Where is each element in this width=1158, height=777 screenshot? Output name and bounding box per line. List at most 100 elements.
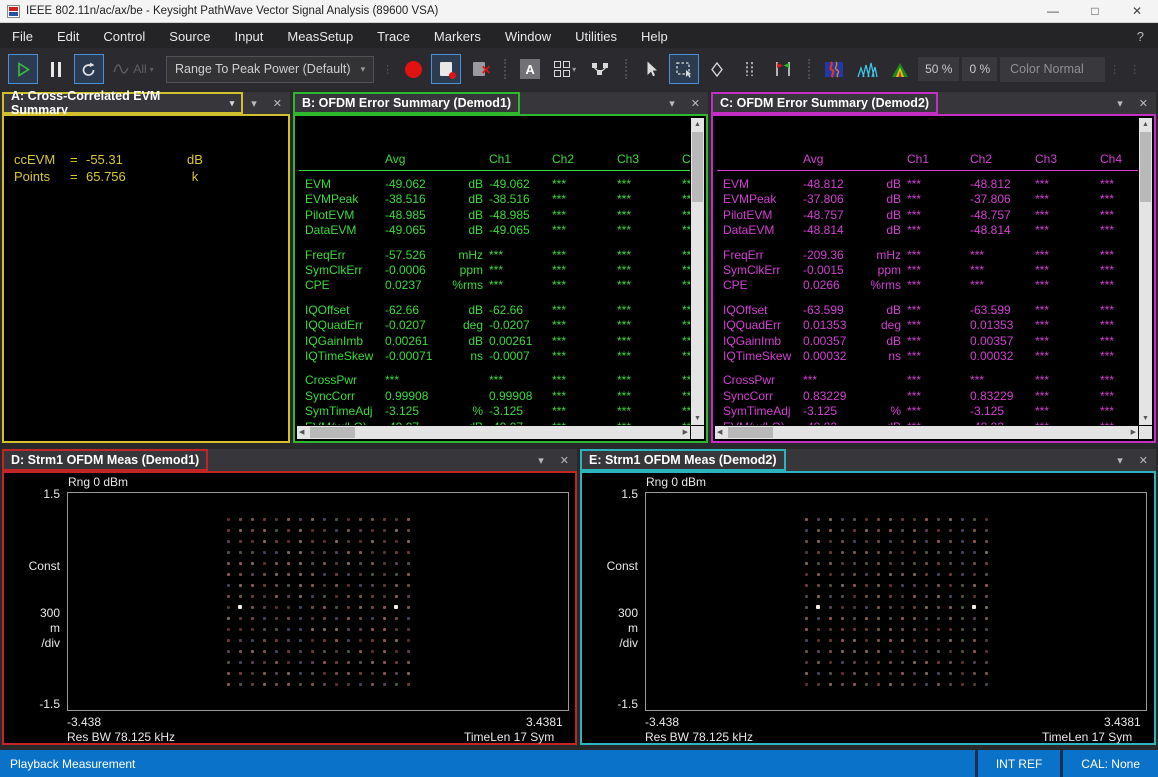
menu-item-trace[interactable]: Trace bbox=[365, 26, 422, 47]
menu-item-source[interactable]: Source bbox=[157, 26, 222, 47]
zoom-select-button[interactable] bbox=[669, 54, 699, 84]
constellation-plot[interactable] bbox=[645, 492, 1147, 711]
constellation-dot bbox=[925, 584, 928, 587]
constellation-dot bbox=[251, 518, 254, 521]
trace-peak-icon bbox=[890, 61, 910, 78]
zoom-y-box[interactable]: 0 % bbox=[962, 57, 997, 81]
constellation-dot bbox=[251, 551, 254, 554]
constellation-dot bbox=[227, 672, 230, 675]
panel-a-header[interactable]: A: Cross-Correlated EVM Summary ▾ ▾ ✕ bbox=[2, 92, 290, 114]
annotation-button[interactable]: A bbox=[515, 54, 545, 84]
constellation-dot bbox=[287, 540, 290, 543]
int-ref-indicator[interactable]: INT REF bbox=[975, 750, 1060, 777]
help-icon[interactable]: ? bbox=[1137, 29, 1144, 44]
constellation-dot bbox=[889, 595, 892, 598]
menu-item-utilities[interactable]: Utilities bbox=[563, 26, 629, 47]
constellation-dot bbox=[805, 650, 808, 653]
panel-close-icon[interactable]: ✕ bbox=[1131, 454, 1156, 467]
y-axis-scale: 300 bbox=[582, 606, 638, 620]
panel-e-title[interactable]: E: Strm1 OFDM Meas (Demod2) bbox=[580, 449, 786, 471]
constellation-dot bbox=[383, 639, 386, 642]
constellation-dot bbox=[805, 529, 808, 532]
constellation-dot bbox=[817, 628, 820, 631]
constellation-dot bbox=[347, 639, 350, 642]
menu-item-edit[interactable]: Edit bbox=[45, 26, 91, 47]
cal-indicator[interactable]: CAL: None bbox=[1060, 750, 1158, 777]
constellation-dot bbox=[239, 617, 242, 620]
panel-c-header[interactable]: C: OFDM Error Summary (Demod2) ▾ ✕ bbox=[711, 92, 1156, 114]
band-markers-button[interactable] bbox=[768, 54, 798, 84]
menu-item-window[interactable]: Window bbox=[493, 26, 563, 47]
menu-item-input[interactable]: Input bbox=[222, 26, 275, 47]
menu-item-markers[interactable]: Markers bbox=[422, 26, 493, 47]
horizontal-scrollbar[interactable]: ◀▶ bbox=[297, 426, 690, 439]
horizontal-scrollbar[interactable]: ◀▶ bbox=[715, 426, 1138, 439]
arrange-traces-button[interactable] bbox=[585, 54, 615, 84]
menu-item-control[interactable]: Control bbox=[91, 26, 157, 47]
recording-playback-button[interactable] bbox=[431, 54, 461, 84]
vertical-scrollbar[interactable]: ▲▼ bbox=[691, 118, 704, 425]
spectrogram-button[interactable] bbox=[819, 54, 849, 84]
pointer-button[interactable] bbox=[636, 54, 666, 84]
constellation-dot bbox=[287, 529, 290, 532]
panel-a-title[interactable]: A: Cross-Correlated EVM Summary ▾ bbox=[2, 92, 243, 114]
constellation-dot bbox=[853, 529, 856, 532]
waterfall-button[interactable] bbox=[852, 54, 882, 84]
constellation-dot bbox=[901, 639, 904, 642]
constellation-dot bbox=[901, 628, 904, 631]
autorange-button[interactable]: All ▾ bbox=[107, 54, 159, 84]
constellation-dot bbox=[829, 529, 832, 532]
panel-d-header[interactable]: D: Strm1 OFDM Meas (Demod1) ▾ ✕ bbox=[2, 449, 577, 471]
trace-peak-button[interactable] bbox=[885, 54, 915, 84]
close-button[interactable]: ✕ bbox=[1116, 0, 1158, 22]
panel-collapse-icon[interactable]: ▾ bbox=[243, 97, 265, 110]
chevron-down-icon[interactable]: ▾ bbox=[230, 98, 235, 109]
marker-diamond-button[interactable] bbox=[702, 54, 732, 84]
constellation-plot[interactable] bbox=[67, 492, 569, 711]
panel-collapse-icon[interactable]: ▾ bbox=[1109, 454, 1131, 467]
offset-lines-button[interactable] bbox=[735, 54, 765, 84]
constellation-dot bbox=[395, 584, 398, 587]
panel-close-icon[interactable]: ✕ bbox=[552, 454, 577, 467]
panel-collapse-icon[interactable]: ▾ bbox=[530, 454, 552, 467]
panel-e-header[interactable]: E: Strm1 OFDM Meas (Demod2) ▾ ✕ bbox=[580, 449, 1156, 471]
maximize-button[interactable]: □ bbox=[1074, 0, 1116, 22]
panel-c-title[interactable]: C: OFDM Error Summary (Demod2) bbox=[711, 92, 938, 114]
panel-b-title[interactable]: B: OFDM Error Summary (Demod1) bbox=[293, 92, 520, 114]
constellation-dot bbox=[335, 639, 338, 642]
clear-recording-button[interactable]: ✕ bbox=[464, 54, 494, 84]
constellation-dot bbox=[865, 683, 868, 686]
constellation-dot bbox=[817, 639, 820, 642]
constellation-dot bbox=[371, 661, 374, 664]
constellation-dot bbox=[961, 529, 964, 532]
panel-collapse-icon[interactable]: ▾ bbox=[1109, 97, 1131, 110]
minimize-button[interactable]: — bbox=[1032, 0, 1074, 22]
play-button[interactable] bbox=[8, 54, 38, 84]
y-axis-bottom: -1.5 bbox=[4, 697, 60, 711]
range-dropdown[interactable]: Range To Peak Power (Default) ▾ bbox=[166, 56, 374, 83]
pause-button[interactable] bbox=[41, 54, 71, 84]
constellation-dot bbox=[805, 518, 808, 521]
constellation-dot bbox=[805, 595, 808, 598]
zoom-x-box[interactable]: 50 % bbox=[918, 57, 959, 81]
constellation-dot bbox=[323, 551, 326, 554]
constellation-dot bbox=[925, 628, 928, 631]
panel-close-icon[interactable]: ✕ bbox=[683, 97, 708, 110]
constellation-dot bbox=[371, 683, 374, 686]
constellation-dot bbox=[985, 540, 988, 543]
menu-item-help[interactable]: Help bbox=[629, 26, 680, 47]
panel-collapse-icon[interactable]: ▾ bbox=[661, 97, 683, 110]
panel-d-title[interactable]: D: Strm1 OFDM Meas (Demod1) bbox=[2, 449, 208, 471]
panel-close-icon[interactable]: ✕ bbox=[265, 97, 290, 110]
panel-close-icon[interactable]: ✕ bbox=[1131, 97, 1156, 110]
menu-item-meassetup[interactable]: MeasSetup bbox=[275, 26, 365, 47]
constellation-dot bbox=[901, 551, 904, 554]
panel-b-header[interactable]: B: OFDM Error Summary (Demod1) ▾ ✕ bbox=[293, 92, 708, 114]
restart-button[interactable] bbox=[74, 54, 104, 84]
layout-grid-button[interactable]: ▾ bbox=[548, 54, 582, 84]
record-button[interactable] bbox=[398, 54, 428, 84]
menu-item-file[interactable]: File bbox=[0, 26, 45, 47]
vertical-scrollbar[interactable]: ▲▼ bbox=[1139, 118, 1152, 425]
constellation-dot bbox=[335, 661, 338, 664]
color-dropdown[interactable]: Color Normal bbox=[1000, 57, 1105, 82]
